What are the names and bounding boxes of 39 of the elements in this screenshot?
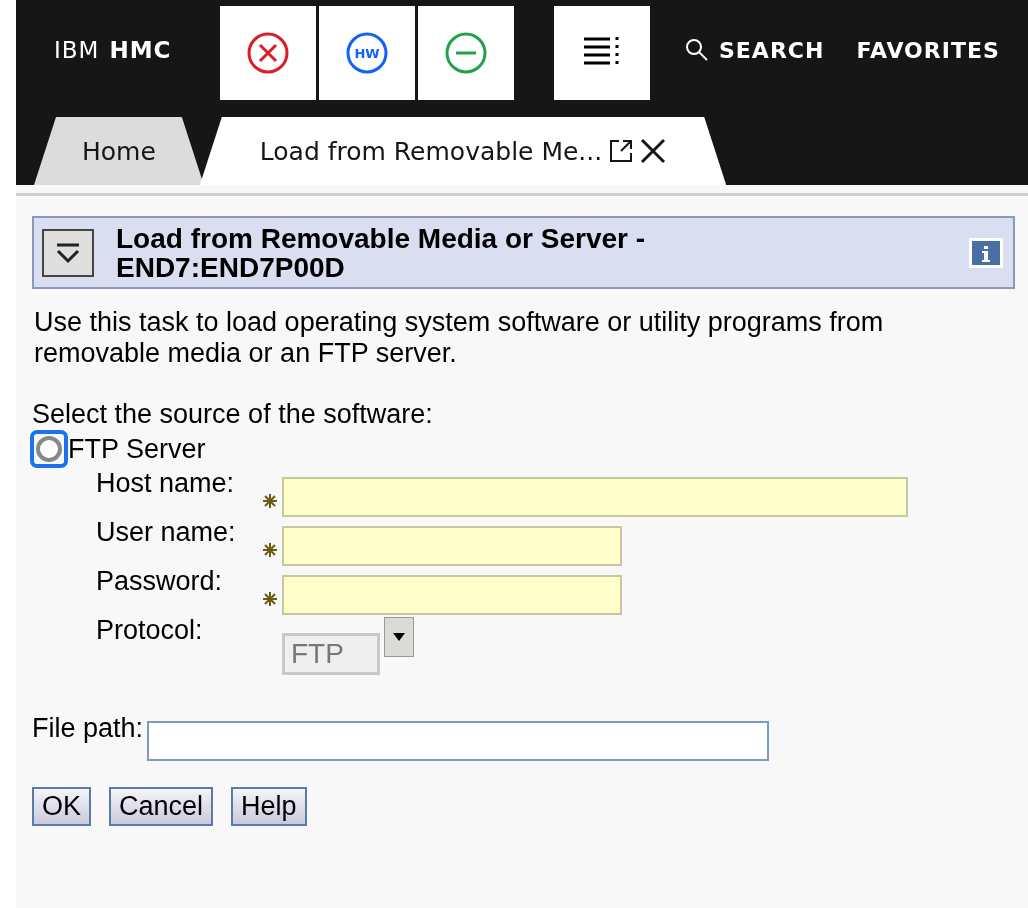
description-text: Use this task to load operating system software or utility programs from removable media or an FTP server. [34, 307, 885, 369]
error-icon [246, 31, 290, 75]
search-button[interactable]: SEARCH [685, 0, 825, 100]
input-field[interactable] [282, 575, 622, 615]
dialog-button[interactable]: OK [32, 787, 91, 826]
field-label: Password: [96, 566, 224, 596]
field-label: User name: [96, 517, 237, 547]
input-field[interactable] [282, 526, 622, 566]
tab-label: Load from Removable Me... [259, 136, 603, 166]
app-logo: IBM HMC [53, 36, 173, 65]
search-icon [685, 38, 709, 62]
radio-button[interactable] [30, 430, 68, 468]
dropdown-button[interactable] [384, 617, 414, 657]
file-path-field[interactable] [147, 721, 770, 761]
dialog-button[interactable]: Help [231, 787, 307, 826]
field-label: Host name: [96, 468, 236, 498]
external-link-icon[interactable] [608, 138, 635, 164]
minus-circle-icon [444, 31, 488, 75]
collapse-button[interactable] [42, 228, 94, 277]
caret-down-icon [393, 633, 405, 641]
input-field[interactable] [282, 477, 908, 517]
field-label: Protocol: [96, 615, 204, 645]
toolbar-button[interactable] [220, 6, 316, 100]
hardware-icon: HW [345, 31, 389, 75]
dialog-button[interactable]: Cancel [109, 787, 214, 826]
info-icon[interactable] [969, 237, 1003, 268]
radio-label: FTP Server [68, 433, 206, 465]
field-label: File path: [32, 713, 144, 744]
menu-button[interactable] [554, 6, 650, 100]
tab[interactable]: Home [34, 117, 204, 185]
close-icon[interactable] [640, 138, 667, 164]
source-label: Select the source of the software: [32, 399, 434, 430]
toolbar-button[interactable] [418, 6, 514, 100]
chevron-down-icon [55, 241, 81, 264]
tab[interactable]: Load from Removable Me... [199, 117, 727, 185]
favorites-button[interactable]: FAVORITES [856, 0, 1000, 100]
panel-title: Load from Removable Media or Server - END7:END7P00D [116, 223, 647, 282]
tab-label: Home [82, 136, 156, 166]
toolbar-button[interactable]: HW [319, 6, 415, 100]
